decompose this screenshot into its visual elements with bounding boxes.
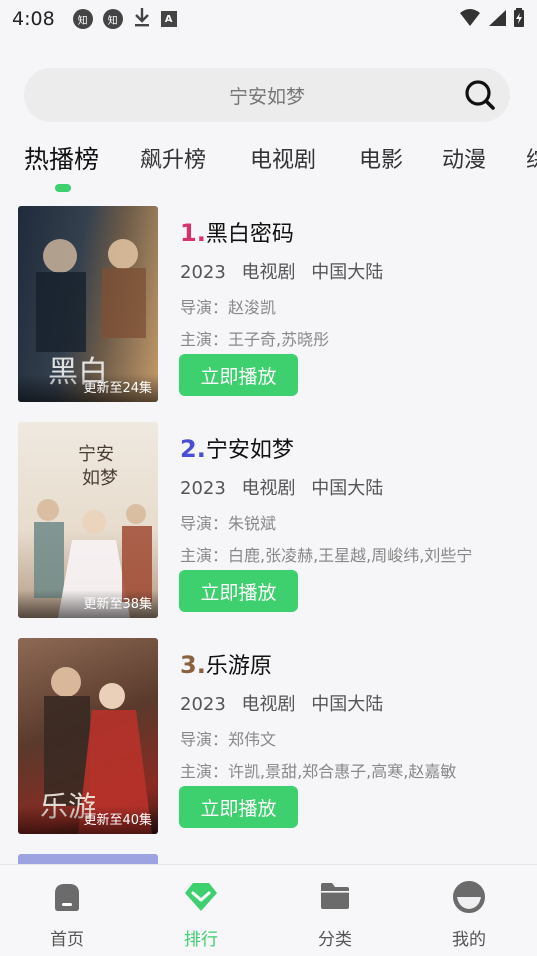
title-text: 黑白密码: [205, 222, 294, 247]
rank-number: 2.: [180, 435, 206, 463]
title-text: 乐游原: [205, 654, 272, 679]
signal-icon: [487, 9, 507, 31]
ranking-icon: [183, 881, 219, 917]
nav-profile[interactable]: 我的: [402, 865, 536, 956]
year: 2023: [180, 262, 226, 283]
poster-image[interactable]: 乐游 更新至40集: [18, 638, 158, 834]
category: 电视剧: [241, 478, 296, 499]
nav-label: 分类: [318, 930, 352, 950]
region: 中国大陆: [311, 478, 384, 499]
search-input[interactable]: 宁安如梦: [229, 82, 305, 109]
title: 2.宁安如梦: [180, 432, 294, 464]
rank-number: 1.: [180, 219, 206, 247]
folder-icon: [319, 881, 351, 915]
cast: 主演：许凯,景甜,郑合惠子,高寒,赵嘉敏: [180, 762, 457, 781]
category: 电视剧: [241, 694, 296, 715]
title-text: 宁安如梦: [205, 438, 294, 463]
battery-icon: [513, 8, 525, 32]
home-icon: [52, 881, 82, 917]
play-now-button[interactable]: 立即播放: [179, 786, 298, 828]
region: 中国大陆: [311, 262, 384, 283]
cast: 主演：白鹿,张凌赫,王星越,周峻纬,刘些宁: [180, 546, 473, 565]
tab-anime[interactable]: 动漫: [442, 142, 486, 174]
meta-info: 2023 电视剧 中国大陆: [180, 474, 383, 500]
zhihu-icon: 知: [72, 9, 93, 29]
search-icon[interactable]: [464, 79, 496, 111]
episode-badge: 更新至24集: [18, 374, 158, 402]
tab-rising[interactable]: 飙升榜: [140, 142, 206, 174]
nav-home[interactable]: 首页: [0, 865, 134, 956]
poster-art: 宁安 如梦: [34, 444, 152, 618]
font-icon: A: [160, 11, 177, 27]
profile-icon: [453, 881, 485, 917]
svg-text:宁安: 宁安: [78, 444, 114, 465]
nav-label: 排行: [184, 930, 218, 950]
category: 电视剧: [241, 262, 296, 283]
svg-text:如梦: 如梦: [82, 468, 118, 489]
status-bar: 4:08 知 知 A: [0, 0, 537, 38]
episode-badge: 更新至38集: [18, 590, 158, 618]
nav-label: 我的: [452, 930, 486, 950]
poster-image[interactable]: 黑白 更新至24集: [18, 206, 158, 402]
system-icons: [459, 8, 525, 32]
year: 2023: [180, 694, 226, 715]
status-time: 4:08: [12, 8, 55, 30]
episode-badge: 更新至40集: [18, 806, 158, 834]
nav-category[interactable]: 分类: [268, 865, 402, 956]
poster-art: 乐游: [40, 667, 152, 834]
director: 导演：赵浚凯: [180, 298, 277, 317]
director: 导演：朱锐斌: [180, 514, 277, 533]
meta-info: 2023 电视剧 中国大陆: [180, 690, 383, 716]
play-now-button[interactable]: 立即播放: [179, 570, 298, 612]
category-tabs: 热播榜 飙升榜 电视剧 电影 动漫 综: [0, 138, 537, 196]
tab-hot[interactable]: 热播榜: [24, 140, 99, 176]
region: 中国大陆: [311, 694, 384, 715]
wifi-icon: [459, 9, 481, 31]
year: 2023: [180, 478, 226, 499]
list-item[interactable]: 乐游 更新至40集 3.乐游原 2023 电视剧 中国大陆 导演：郑伟文 主演：…: [0, 638, 537, 834]
search-bar[interactable]: 宁安如梦: [24, 68, 510, 122]
director: 导演：郑伟文: [180, 730, 277, 749]
list-item[interactable]: 黑白 更新至24集 1.黑白密码 2023 电视剧 中国大陆 导演：赵浚凯 主演…: [0, 206, 537, 402]
status-notification-icons: 知 知 A: [72, 7, 177, 31]
poster-art: 黑白: [36, 239, 146, 390]
nav-ranking[interactable]: 排行: [134, 865, 268, 956]
title: 3.乐游原: [180, 648, 272, 680]
tab-tv-series[interactable]: 电视剧: [250, 142, 316, 174]
play-now-button[interactable]: 立即播放: [179, 354, 298, 396]
tab-variety[interactable]: 综: [526, 142, 537, 174]
active-tab-indicator: [55, 184, 71, 192]
title: 1.黑白密码: [180, 216, 294, 248]
cast: 主演：王子奇,苏晓彤: [180, 330, 330, 349]
download-icon: [133, 7, 151, 31]
bottom-navigation: 首页 排行 分类 我的: [0, 864, 537, 956]
tab-movie[interactable]: 电影: [359, 142, 403, 174]
meta-info: 2023 电视剧 中国大陆: [180, 258, 383, 284]
nav-label: 首页: [50, 930, 84, 950]
list-item[interactable]: 宁安 如梦 更新至38集 2.宁安如梦 2023 电视剧 中国大陆 导演：朱锐斌…: [0, 422, 537, 618]
zhihu-icon: 知: [102, 9, 123, 29]
poster-image[interactable]: 宁安 如梦 更新至38集: [18, 422, 158, 618]
rank-number: 3.: [180, 651, 206, 679]
